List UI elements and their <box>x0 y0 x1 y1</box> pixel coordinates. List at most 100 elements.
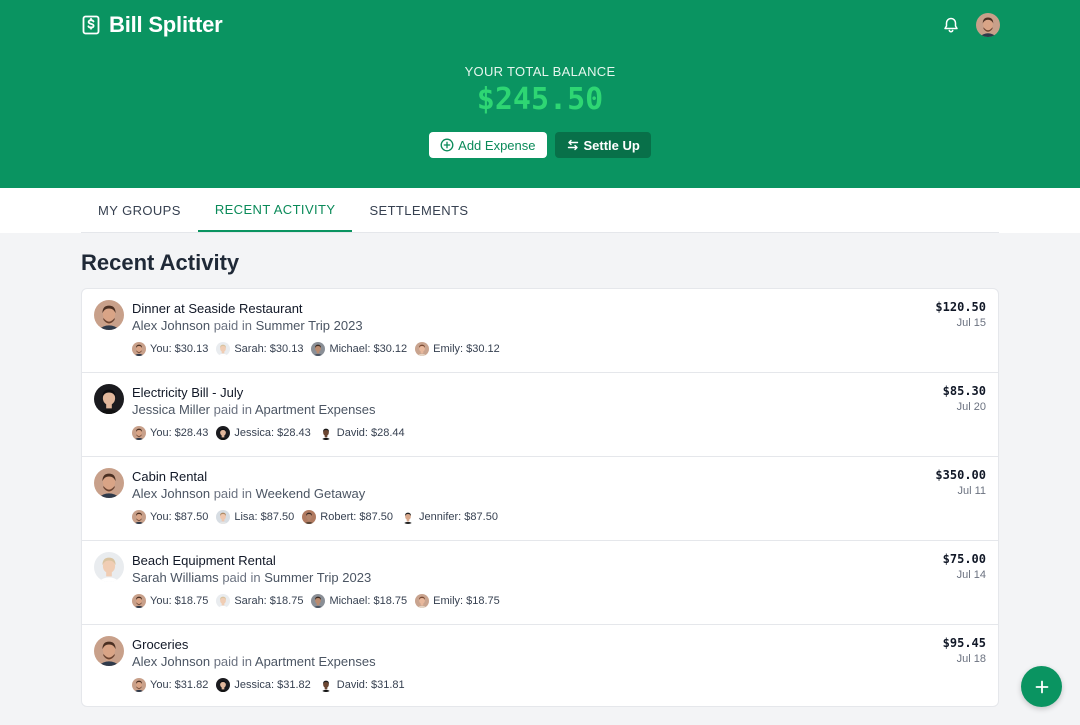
share-label: Sarah: $18.75 <box>234 595 304 607</box>
share-label: Emily: $30.12 <box>433 343 500 355</box>
app-title: Bill Splitter <box>109 12 223 37</box>
share-entry: Jessica: $31.82 <box>216 678 311 692</box>
settle-up-button[interactable]: Settle Up <box>554 132 651 158</box>
tab-list: MY GROUPS RECENT ACTIVITY SETTLEMENTS <box>81 188 999 233</box>
share-avatar <box>415 342 430 356</box>
share-label: You: $28.43 <box>150 427 209 439</box>
share-entry: You: $28.43 <box>132 426 208 440</box>
activity-list: Dinner at Seaside Restaurant Alex Johnso… <box>81 288 999 707</box>
share-avatar <box>311 342 326 356</box>
share-entry: David: $28.44 <box>318 426 405 440</box>
share-entry: Sarah: $18.75 <box>216 594 303 608</box>
bell-icon[interactable] <box>942 16 960 34</box>
activity-item[interactable]: Cabin Rental Alex Johnson paid in Weeken… <box>82 457 998 541</box>
header-actions: Add Expense Settle Up <box>0 132 1080 158</box>
share-entry: Michael: $18.75 <box>311 594 407 608</box>
paid-in-text: paid in <box>222 570 261 585</box>
share-label: You: $30.13 <box>150 343 209 355</box>
share-entry: Jennifer: $87.50 <box>401 510 498 524</box>
share-list: You: $30.13 Sarah: $30.13 Michael: $30.1… <box>132 342 500 356</box>
settle-up-label: Settle Up <box>583 137 640 153</box>
swap-arrows-icon <box>566 138 580 152</box>
share-avatar <box>132 594 146 608</box>
share-label: David: $28.44 <box>336 427 405 439</box>
brand[interactable]: Bill Splitter <box>81 12 223 38</box>
share-list: You: $18.75 Sarah: $18.75 Michael: $18.7… <box>132 594 500 608</box>
share-label: You: $31.82 <box>150 679 209 691</box>
activity-subtitle: Alex Johnson paid in Apartment Expenses <box>132 654 376 669</box>
paid-in-text: paid in <box>213 318 252 333</box>
payer-avatar <box>94 636 124 666</box>
share-entry: Emily: $30.12 <box>415 342 500 356</box>
share-entry: Emily: $18.75 <box>415 594 500 608</box>
share-avatar <box>132 426 146 440</box>
share-list: You: $28.43 Jessica: $28.43 David: $28.4… <box>132 426 405 440</box>
activity-item[interactable]: Groceries Alex Johnson paid in Apartment… <box>82 625 998 706</box>
activity-subtitle: Alex Johnson paid in Weekend Getaway <box>132 486 365 501</box>
activity-item[interactable]: Dinner at Seaside Restaurant Alex Johnso… <box>82 289 998 373</box>
tab-recent-activity[interactable]: RECENT ACTIVITY <box>197 188 353 232</box>
activity-title: Cabin Rental <box>132 469 208 484</box>
share-entry: Michael: $30.12 <box>311 342 407 356</box>
share-entry: Lisa: $87.50 <box>216 510 294 524</box>
share-label: Michael: $18.75 <box>329 595 408 607</box>
share-avatar <box>318 426 333 440</box>
section-title: Recent Activity <box>81 250 240 275</box>
group-name: Weekend Getaway <box>255 486 366 501</box>
group-name: Apartment Expenses <box>254 402 376 417</box>
share-entry: You: $31.82 <box>132 678 208 692</box>
payer-avatar <box>94 300 124 330</box>
share-entry: Sarah: $30.13 <box>216 342 303 356</box>
share-avatar <box>216 594 231 608</box>
activity-date: Jul 18 <box>956 653 986 665</box>
payer-name: Alex Johnson <box>132 318 211 333</box>
activity-title: Electricity Bill - July <box>132 385 244 400</box>
paid-in-text: paid in <box>213 486 252 501</box>
activity-date: Jul 14 <box>956 569 986 581</box>
share-entry: You: $87.50 <box>132 510 208 524</box>
share-label: Robert: $87.50 <box>320 511 394 523</box>
tab-settlements[interactable]: SETTLEMENTS <box>352 188 485 232</box>
share-avatar <box>415 594 430 608</box>
share-list: You: $87.50 Lisa: $87.50 Robert: $87.50 <box>132 510 498 524</box>
share-label: Jessica: $28.43 <box>234 427 311 439</box>
app-header: Bill Splitter YOUR TOTAL BALANCE $245.50… <box>0 0 1080 188</box>
activity-item[interactable]: Beach Equipment Rental Sarah Williams pa… <box>82 541 998 625</box>
share-avatar <box>216 678 231 692</box>
activity-subtitle: Alex Johnson paid in Summer Trip 2023 <box>132 318 363 333</box>
share-avatar <box>216 426 231 440</box>
payer-avatar <box>94 384 124 414</box>
share-avatar <box>311 594 326 608</box>
activity-subtitle: Sarah Williams paid in Summer Trip 2023 <box>132 570 371 585</box>
activity-subtitle: Jessica Miller paid in Apartment Expense… <box>132 402 376 417</box>
add-fab-button[interactable] <box>1021 666 1062 707</box>
activity-amount: $95.45 <box>942 636 986 650</box>
add-expense-label: Add Expense <box>458 137 536 153</box>
payer-name: Alex Johnson <box>132 654 211 669</box>
share-avatar <box>132 342 146 356</box>
share-entry: You: $30.13 <box>132 342 208 356</box>
group-name: Apartment Expenses <box>254 654 376 669</box>
tab-my-groups[interactable]: MY GROUPS <box>81 188 198 232</box>
activity-title: Dinner at Seaside Restaurant <box>132 301 303 316</box>
share-avatar <box>216 342 231 356</box>
share-avatar <box>216 510 231 524</box>
user-avatar[interactable] <box>976 13 1000 37</box>
share-label: David: $31.81 <box>336 679 405 691</box>
share-entry: You: $18.75 <box>132 594 208 608</box>
share-label: Michael: $30.12 <box>329 343 408 355</box>
add-expense-button[interactable]: Add Expense <box>429 132 547 158</box>
group-name: Summer Trip 2023 <box>264 570 372 585</box>
share-label: Sarah: $30.13 <box>234 343 304 355</box>
share-avatar <box>318 678 333 692</box>
share-label: Jennifer: $87.50 <box>419 511 498 523</box>
activity-amount: $350.00 <box>935 468 986 482</box>
share-avatar <box>401 510 416 524</box>
plus-icon <box>1034 679 1050 695</box>
activity-item[interactable]: Electricity Bill - July Jessica Miller p… <box>82 373 998 457</box>
activity-title: Groceries <box>132 637 189 652</box>
activity-date: Jul 20 <box>956 401 986 413</box>
group-name: Summer Trip 2023 <box>255 318 363 333</box>
activity-amount: $85.30 <box>942 384 986 398</box>
share-label: You: $18.75 <box>150 595 209 607</box>
